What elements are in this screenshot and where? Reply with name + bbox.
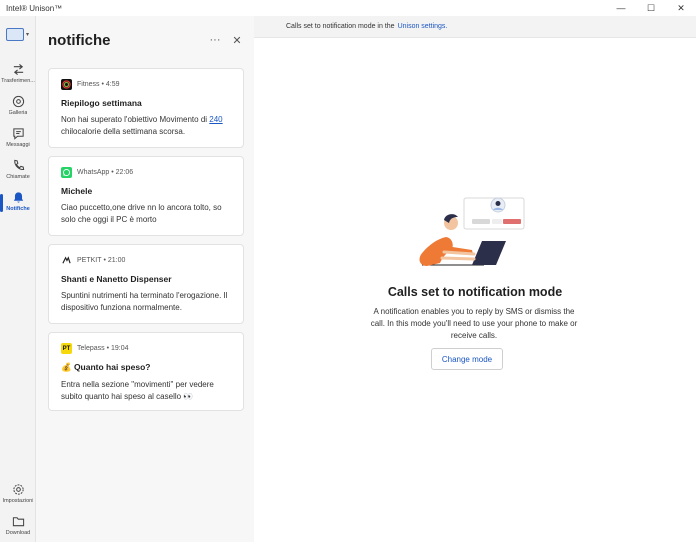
gear-icon <box>11 482 25 496</box>
nav-item-settings[interactable]: Impostazioni <box>0 482 36 512</box>
card-header: PETKIT • 21:00 <box>61 255 231 266</box>
nav-item-transfer[interactable]: Trasferimen... <box>0 62 36 92</box>
nav-label-calls: Chiamate <box>6 174 30 180</box>
notification-card[interactable]: Fitness • 4:59 Riepilogo settimana Non h… <box>48 68 244 148</box>
device-selector[interactable]: ▾ <box>6 26 36 42</box>
notification-title: Shanti e Nanetto Dispenser <box>61 274 172 284</box>
window-title: Intel® Unison™ <box>6 3 63 13</box>
notifications-panel: notifiche ··· ✕ Fitness • 4:59 Riepilogo… <box>36 16 254 542</box>
notification-title: 💰 Quanto hai speso? <box>61 362 151 372</box>
panel-header: notifiche ··· ✕ <box>48 30 248 50</box>
nav-item-notifications[interactable]: Notifiche <box>0 190 36 220</box>
app-name: Fitness <box>77 81 100 88</box>
nav-label-notifications: Notifiche <box>6 206 30 212</box>
body-link[interactable]: 240 <box>209 115 222 124</box>
close-panel-button[interactable]: ✕ <box>226 31 248 49</box>
nav-label-download: Download <box>5 530 31 536</box>
telepass-icon: PT <box>61 343 72 354</box>
notification-title: Michele <box>61 186 93 196</box>
transfer-icon <box>11 62 25 76</box>
notification-card[interactable]: WhatsApp • 22:06 Michele Ciao puccetto,o… <box>48 156 244 236</box>
nav-item-download[interactable]: Download <box>0 514 36 542</box>
nav-label-messages: Messaggi <box>6 142 30 148</box>
maximize-button[interactable]: ☐ <box>636 0 666 16</box>
panel-title: notifiche <box>48 31 111 49</box>
info-text: Calls set to notification mode in the <box>286 23 395 30</box>
nav-label-gallery: Galleria <box>8 110 28 116</box>
phone-icon <box>11 158 25 172</box>
main-content: Calls set to notification mode in the Un… <box>254 16 696 542</box>
notification-time: 21:00 <box>107 257 126 264</box>
notification-body: Entra nella sezione "movimenti" per vede… <box>61 380 214 401</box>
bell-icon <box>11 190 25 204</box>
notification-body: Ciao puccetto,one drive nn lo ancora tol… <box>61 203 222 224</box>
empty-state-title: Calls set to notification mode <box>387 285 563 299</box>
notification-time: 19:04 <box>110 345 129 352</box>
nav-rail: ▾ Trasferimen... Galleria Messaggi Chiam… <box>0 16 36 542</box>
change-mode-button[interactable]: Change mode <box>431 348 503 370</box>
folder-icon <box>11 514 25 528</box>
body-text: Non hai superato l'obiettivo Movimento d… <box>61 115 210 124</box>
app-name: Telepass <box>77 345 105 352</box>
chevron-down-icon: ▾ <box>26 31 30 38</box>
petkit-icon <box>61 255 72 266</box>
nav-label-transfer: Trasferimen... <box>1 78 35 84</box>
more-options-button[interactable]: ··· <box>204 31 226 49</box>
notification-time: 4:59 <box>105 81 120 88</box>
nav-item-calls[interactable]: Chiamate <box>0 158 36 188</box>
notification-body: Non hai superato l'obiettivo Movimento d… <box>61 114 231 137</box>
notification-time: 22:06 <box>115 169 134 176</box>
card-header: PT Telepass • 19:04 <box>61 343 231 354</box>
device-icon <box>6 27 24 41</box>
card-header: Fitness • 4:59 <box>61 79 231 90</box>
notification-card[interactable]: PETKIT • 21:00 Shanti e Nanetto Dispense… <box>48 244 244 324</box>
card-header: WhatsApp • 22:06 <box>61 167 231 178</box>
app-name: WhatsApp <box>77 169 110 176</box>
notification-title: Riepilogo settimana <box>61 98 142 108</box>
gallery-icon <box>11 94 25 108</box>
info-bar: Calls set to notification mode in the Un… <box>254 16 696 38</box>
fitness-icon <box>61 79 72 90</box>
nav-item-messages[interactable]: Messaggi <box>0 126 36 156</box>
minimize-button[interactable]: — <box>606 0 636 16</box>
close-window-button[interactable]: ✕ <box>666 0 696 16</box>
empty-state-description: A notification enables you to reply by S… <box>370 307 578 340</box>
call-notification-illustration <box>419 197 525 266</box>
title-bar: Intel® Unison™ — ☐ ✕ <box>0 0 696 16</box>
app-name: PETKIT <box>77 257 102 264</box>
nav-label-settings: Impostazioni <box>2 498 34 504</box>
unison-settings-link[interactable]: Unison settings. <box>398 23 448 30</box>
nav-item-gallery[interactable]: Galleria <box>0 94 36 124</box>
notification-card[interactable]: PT Telepass • 19:04 💰 Quanto hai speso? … <box>48 332 244 411</box>
notification-body: Spuntini nutrimenti ha terminato l'eroga… <box>61 291 228 312</box>
whatsapp-icon <box>61 167 72 178</box>
body-text: chilocalorie della settimana scorsa. <box>61 126 186 136</box>
message-icon <box>11 126 25 140</box>
